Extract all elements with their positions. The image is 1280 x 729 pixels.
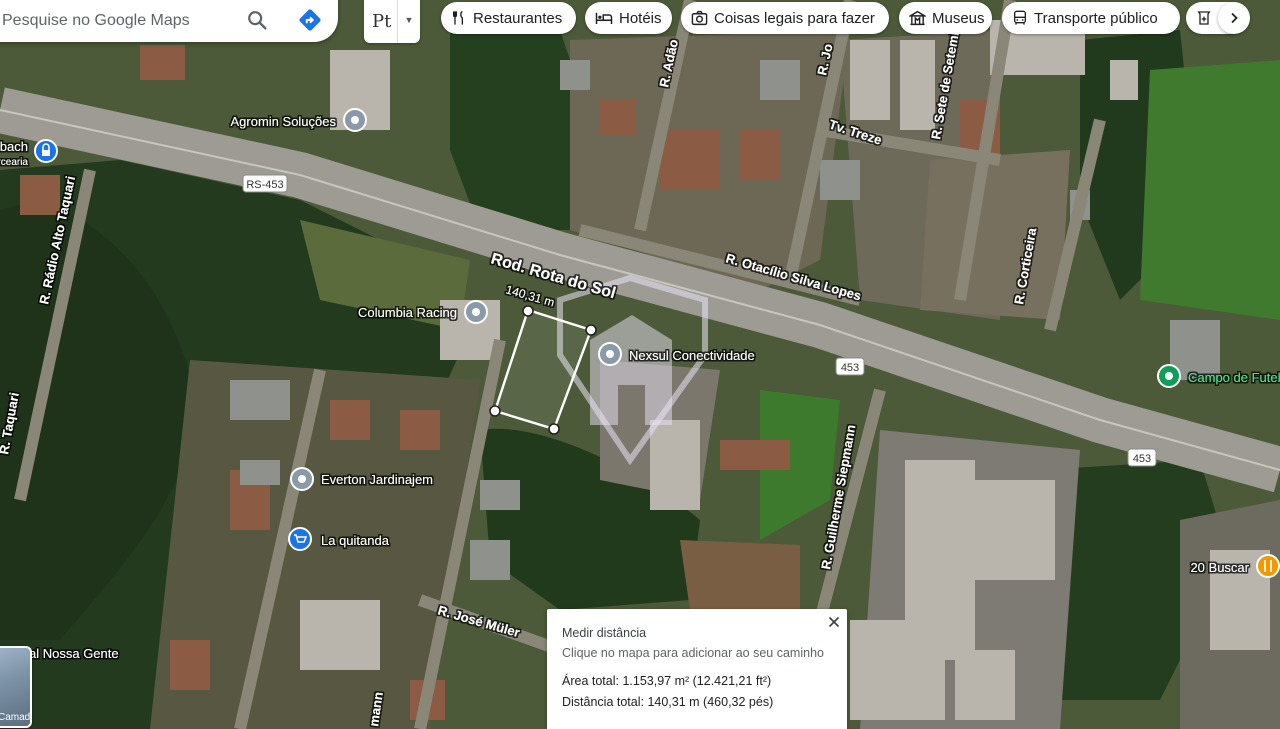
pin-icon (298, 475, 306, 483)
poi-label: bach (0, 139, 28, 154)
bed-icon (595, 12, 613, 24)
chip-label: Transporte público (1034, 9, 1158, 27)
chip-label: Coisas legais para fazer (714, 9, 875, 27)
layers-thumbnail[interactable]: Camadas (0, 646, 32, 728)
poi-label: Nexsul Conectividade (629, 348, 755, 363)
bus-icon (1014, 10, 1026, 25)
museum-icon (909, 10, 926, 26)
chip-transporte-publico[interactable]: Transporte público (1002, 2, 1180, 34)
pin-icon (351, 116, 359, 124)
road-label-453-b: 453 (1133, 453, 1151, 465)
chip-hoteis[interactable]: Hotéis (585, 2, 672, 34)
search-icon[interactable] (237, 0, 277, 40)
chip-label: Hotéis (619, 9, 662, 27)
measure-distance-panel: Medir distância Clique no mapa para adic… (547, 609, 847, 729)
pharmacy-icon (1197, 11, 1211, 25)
poi-sublabel: Açougue Laubach e Mercearia (0, 157, 28, 168)
chip-label: Restaurantes (473, 9, 563, 27)
chips-next-button[interactable] (1218, 2, 1250, 34)
poi-label: al Nossa Gente (29, 646, 119, 661)
measure-total-distance: Distância total: 140,31 m (460,32 pés) (562, 695, 774, 709)
road-label-453-a: 453 (841, 362, 859, 374)
measure-hint: Clique no mapa para adicionar ao seu cam… (562, 646, 824, 660)
road-shield-rs453: RS-453 (242, 174, 288, 193)
poi-nossa-gente[interactable]: al Nossa Gente (29, 646, 119, 661)
poi-label: Columbia Racing (358, 305, 457, 320)
road-shield-453-a: 453 (835, 357, 865, 376)
chevron-right-icon (1231, 12, 1238, 24)
poi-label: La quitanda (321, 533, 390, 548)
chevron-down-icon[interactable]: ▼ (397, 0, 420, 43)
chip-label: Museus (932, 9, 985, 27)
poi-label: 20 Buscar (1190, 560, 1249, 575)
chip-coisas-legais[interactable]: Coisas legais para fazer (681, 2, 889, 34)
fork-knife-icon (453, 10, 463, 25)
pin-icon (472, 308, 480, 316)
road-shield-453-b: 453 (1127, 448, 1157, 467)
camera-icon (691, 10, 708, 26)
poi-label: Campo de Futebol (1188, 370, 1280, 385)
chip-restaurantes[interactable]: Restaurantes (441, 2, 576, 34)
search-box[interactable] (0, 0, 338, 42)
lock-icon (42, 150, 50, 156)
layers-thumbnail-label: Camadas (0, 712, 31, 723)
poi-label: Everton Jardinajem (321, 472, 433, 487)
road-label-rs453: RS-453 (246, 179, 283, 191)
layers-label: Pt (372, 11, 392, 32)
close-icon[interactable] (825, 613, 843, 631)
poi-columbia-racing[interactable]: Columbia Racing (358, 300, 488, 324)
pin-icon (1165, 372, 1173, 380)
pin-icon (606, 350, 614, 358)
chip-museus[interactable]: Museus (899, 2, 992, 34)
search-input[interactable] (0, 11, 234, 31)
poi-label: Agromin Soluções (231, 114, 337, 129)
layers-button[interactable]: Pt ▼ (364, 0, 420, 43)
measure-title: Medir distância (562, 626, 647, 640)
directions-icon[interactable] (290, 0, 330, 40)
measure-total-area: Área total: 1.153,97 m² (12.421,21 ft²) (562, 674, 772, 688)
